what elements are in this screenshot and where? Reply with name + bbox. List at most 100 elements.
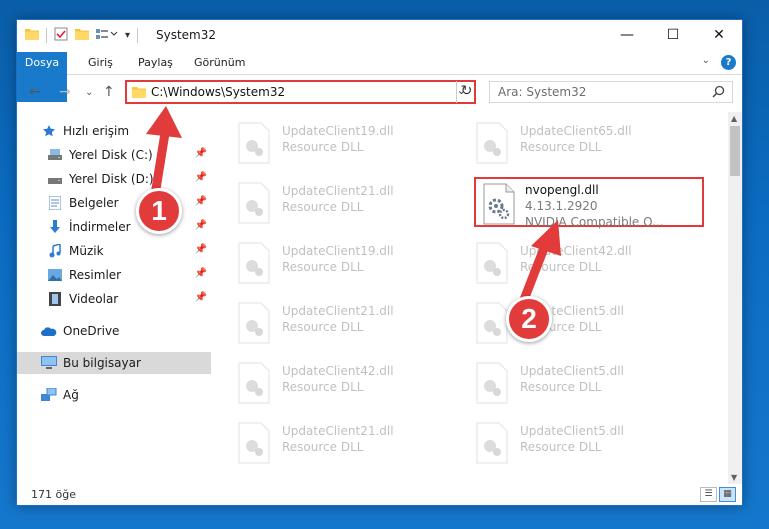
scroll-down-icon[interactable]: ▼ [731, 473, 737, 482]
sidebar-item-downloads[interactable]: İndirmeler 📌 [17, 216, 211, 238]
scroll-up-icon[interactable]: ▲ [731, 114, 737, 123]
title-bar: ▾ System32 — ☐ ✕ [17, 20, 742, 52]
sidebar-item-music[interactable]: Müzik 📌 [17, 240, 211, 262]
sidebar-item-onedrive[interactable]: OneDrive [17, 320, 211, 342]
list-item[interactable]: UpdateClient21.dll Resource DLL [233, 298, 463, 348]
dll-file-icon [476, 362, 508, 404]
list-item[interactable]: UpdateClient21.dll Resource DLL [233, 178, 463, 228]
tiles-view-icon[interactable]: ▦ [719, 487, 736, 502]
documents-icon [47, 195, 63, 211]
computer-icon [41, 355, 57, 371]
file-type: Resource DLL [520, 140, 602, 154]
dll-file-icon [476, 242, 508, 284]
pin-icon[interactable]: 📌 [195, 268, 207, 279]
step-badge-1: 1 [136, 188, 182, 234]
list-item[interactable]: UpdateClient65.dll Resource DLL [471, 118, 701, 168]
dll-file-icon [238, 182, 270, 224]
help-icon[interactable]: ? [721, 55, 736, 70]
file-type: Resource DLL [520, 380, 602, 394]
qat-separator [137, 28, 139, 43]
dll-file-icon [476, 302, 508, 344]
ribbon-tabs: Dosya Giriş Paylaş Görünüm ⌄ ? [17, 52, 742, 102]
refresh-icon[interactable]: ↻ [456, 81, 476, 103]
folder-icon [132, 86, 146, 101]
list-item[interactable]: UpdateClient42.dll Resource DLL [233, 358, 463, 408]
sidebar-item-disk-d[interactable]: Yerel Disk (D:) 📌 [17, 168, 211, 190]
file-name: UpdateClient19.dll [282, 244, 394, 258]
expand-ribbon-icon[interactable]: ⌄ [702, 55, 710, 66]
qat-separator [46, 28, 47, 43]
vertical-scrollbar[interactable]: ▲ ▼ [728, 112, 742, 484]
sidebar-item-videos[interactable]: Videolar 📌 [17, 288, 211, 310]
address-bar[interactable]: C:\Windows\System32 ⌄ [125, 80, 476, 104]
list-item[interactable]: UpdateClient19.dll Resource DLL [233, 118, 463, 168]
dll-file-icon [476, 122, 508, 164]
sidebar-item-quick-access[interactable]: Hızlı erişim [17, 120, 211, 142]
scroll-thumb[interactable] [730, 126, 740, 176]
file-type: Resource DLL [282, 380, 364, 394]
new-folder-icon[interactable] [75, 28, 89, 43]
dll-gear-file-icon [483, 183, 515, 225]
file-name: UpdateClient5.dll [520, 424, 624, 438]
properties-icon[interactable] [54, 27, 68, 44]
pin-icon[interactable]: 📌 [195, 172, 207, 183]
sidebar-item-label: Yerel Disk (D:) [69, 172, 154, 186]
file-name: UpdateClient65.dll [520, 124, 632, 138]
address-path[interactable]: C:\Windows\System32 [151, 85, 285, 99]
window-title: System32 [156, 28, 217, 42]
tab-gorunum[interactable]: Görünüm [194, 52, 245, 75]
pin-icon[interactable]: 📌 [195, 148, 207, 159]
sidebar-item-this-pc[interactable]: Bu bilgisayar [17, 352, 211, 374]
pictures-icon [47, 267, 63, 283]
tab-giris[interactable]: Giriş [88, 52, 113, 75]
list-item-nvopengl[interactable]: nvopengl.dll 4.13.1.2920 NVIDIA Compatib… [474, 177, 704, 229]
sidebar-item-label: Belgeler [69, 196, 119, 210]
customize-qat-icon[interactable] [96, 28, 118, 43]
dll-file-icon [238, 362, 270, 404]
sidebar-item-network[interactable]: Ağ [17, 384, 211, 406]
search-icon [712, 85, 725, 101]
close-button[interactable]: ✕ [696, 20, 742, 50]
pin-icon[interactable]: 📌 [195, 220, 207, 231]
sidebar-item-disk-c[interactable]: Yerel Disk (C:) 📌 [17, 144, 211, 166]
dll-file-icon [238, 242, 270, 284]
file-name: nvopengl.dll [525, 183, 599, 197]
view-switcher: ☰ ▦ [700, 487, 736, 502]
search-input[interactable]: Ara: System32 [489, 81, 733, 103]
pin-icon[interactable]: 📌 [195, 196, 207, 207]
file-type: Resource DLL [282, 320, 364, 334]
list-item[interactable]: UpdateClient19.dll Resource DLL [233, 238, 463, 288]
list-item[interactable]: UpdateClient42.dll Resource DLL [471, 238, 701, 288]
list-item[interactable]: UpdateClient21.dll Resource DLL [233, 418, 463, 468]
tab-paylas[interactable]: Paylaş [138, 52, 173, 75]
status-bar: 171 öğe ☰ ▦ [17, 484, 742, 506]
details-view-icon[interactable]: ☰ [700, 487, 717, 502]
sidebar-item-label: Yerel Disk (C:) [69, 148, 153, 162]
pin-icon[interactable]: 📌 [195, 244, 207, 255]
sidebar-item-pictures[interactable]: Resimler 📌 [17, 264, 211, 286]
drive-icon [47, 147, 63, 163]
pin-icon[interactable]: 📌 [195, 292, 207, 303]
sidebar-item-label: OneDrive [63, 324, 120, 338]
recent-locations-icon[interactable]: ⌄ [85, 87, 93, 98]
list-item[interactable]: UpdateClient5.dll Resource DLL [471, 418, 701, 468]
music-icon [47, 243, 63, 259]
search-placeholder: Ara: System32 [498, 85, 587, 99]
back-arrow-icon[interactable]: ← [29, 84, 41, 100]
file-list: UpdateClient19.dll Resource DLL UpdateCl… [217, 112, 727, 482]
file-name: UpdateClient21.dll [282, 304, 394, 318]
quick-access-toolbar: ▾ [25, 27, 139, 44]
maximize-button[interactable]: ☐ [650, 20, 696, 50]
navigation-bar: ← → ⌄ ↑ C:\Windows\System32 ⌄ ↻ Ara: Sys… [17, 76, 742, 110]
drive-icon [47, 171, 63, 187]
forward-arrow-icon[interactable]: → [59, 84, 71, 100]
file-type: Resource DLL [282, 200, 364, 214]
window-controls: — ☐ ✕ [604, 20, 742, 50]
up-arrow-icon[interactable]: ↑ [103, 84, 115, 100]
dll-file-icon [238, 422, 270, 464]
minimize-button[interactable]: — [604, 20, 650, 50]
qat-dropdown-icon[interactable]: ▾ [125, 30, 130, 41]
file-name: UpdateClient21.dll [282, 184, 394, 198]
dll-file-icon [238, 302, 270, 344]
list-item[interactable]: UpdateClient5.dll Resource DLL [471, 358, 701, 408]
